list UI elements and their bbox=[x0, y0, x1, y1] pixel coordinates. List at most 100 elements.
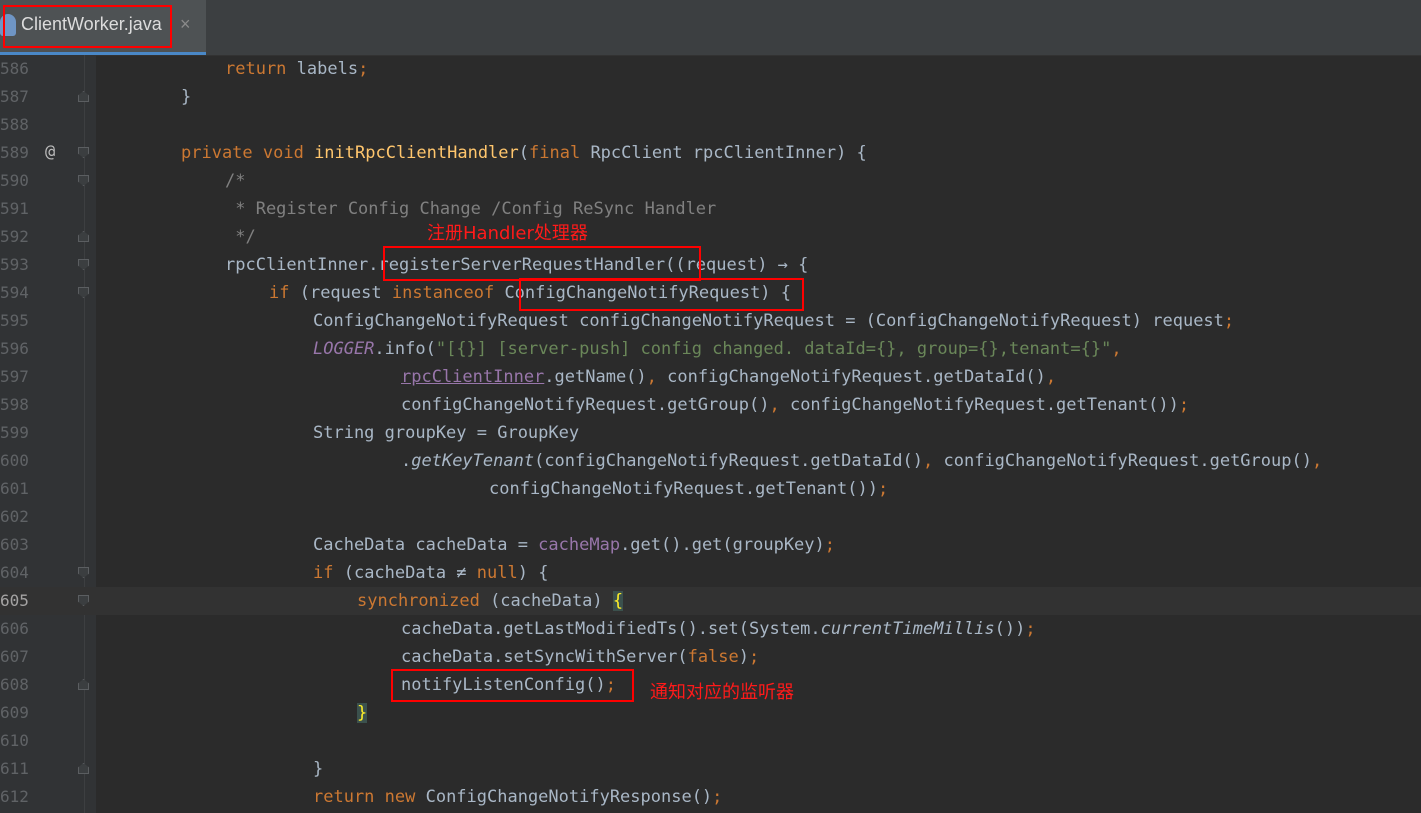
code-line[interactable]: 592 */ bbox=[0, 223, 1421, 251]
code-text[interactable]: configChangeNotifyRequest.getTenant()); bbox=[489, 479, 888, 499]
code-line[interactable]: 612 return new ConfigChangeNotifyResponse… bbox=[0, 783, 1421, 811]
code-text[interactable]: rpcClientInner.getName(), configChangeNo… bbox=[401, 367, 1056, 387]
code-text[interactable]: ConfigChangeNotifyRequest configChangeNo… bbox=[313, 311, 1234, 331]
code-text[interactable]: } bbox=[313, 759, 323, 779]
line-number[interactable]: 606 bbox=[0, 620, 29, 638]
line-number[interactable]: 609 bbox=[0, 704, 29, 722]
code-line[interactable]: 599 String groupKey = GroupKey bbox=[0, 419, 1421, 447]
fold-marker-icon[interactable] bbox=[78, 679, 89, 690]
code-line[interactable]: 605 synchronized (cacheData) { bbox=[0, 587, 1421, 615]
code-token: ; bbox=[749, 647, 760, 667]
line-number[interactable]: 589 bbox=[0, 144, 29, 162]
code-text[interactable]: return new ConfigChangeNotifyResponse(); bbox=[313, 787, 722, 807]
code-line[interactable]: 602 bbox=[0, 503, 1421, 531]
code-token: ; bbox=[877, 479, 889, 499]
code-line[interactable]: 595 ConfigChangeNotifyRequest configChang… bbox=[0, 307, 1421, 335]
line-number[interactable]: 595 bbox=[0, 312, 29, 330]
tab-clientworker-java[interactable]: ClientWorker.java × bbox=[0, 0, 206, 55]
code-line[interactable]: 600 .getKeyTenant(configChangeNotifyReque… bbox=[0, 447, 1421, 475]
line-number[interactable]: 612 bbox=[0, 788, 29, 806]
code-line[interactable]: 604 if (cacheData ≠ null) { bbox=[0, 559, 1421, 587]
close-icon[interactable]: × bbox=[180, 14, 191, 35]
fold-marker-icon[interactable] bbox=[78, 147, 89, 158]
code-text[interactable]: cacheData.setSyncWithServer(false); bbox=[401, 647, 759, 667]
line-number[interactable]: 605 bbox=[0, 592, 29, 610]
line-number[interactable]: 601 bbox=[0, 480, 29, 498]
code-text[interactable]: configChangeNotifyRequest.getGroup(), co… bbox=[401, 395, 1189, 415]
tab-label[interactable]: ClientWorker.java bbox=[21, 14, 162, 35]
code-text[interactable]: } bbox=[181, 87, 191, 107]
line-number[interactable]: 596 bbox=[0, 340, 29, 358]
code-line[interactable]: 594 if (request instanceof ConfigChangeNo… bbox=[0, 279, 1421, 307]
code-token: return bbox=[225, 59, 287, 79]
code-text[interactable]: if (request instanceof ConfigChangeNotif… bbox=[269, 283, 791, 303]
code-text[interactable]: CacheData cacheData = cacheMap.get().get… bbox=[313, 535, 835, 555]
code-token: private void bbox=[181, 143, 315, 163]
code-line[interactable]: 587} bbox=[0, 83, 1421, 111]
fold-marker-icon[interactable] bbox=[78, 259, 89, 270]
code-line[interactable]: 590 /* bbox=[0, 167, 1421, 195]
line-number[interactable]: 610 bbox=[0, 732, 29, 750]
code-line[interactable]: 611} bbox=[0, 755, 1421, 783]
code-line[interactable]: 588 bbox=[0, 111, 1421, 139]
code-text[interactable]: cacheData.getLastModifiedTs().set(System… bbox=[401, 619, 1036, 639]
line-number[interactable]: 608 bbox=[0, 676, 29, 694]
line-number[interactable]: 592 bbox=[0, 228, 29, 246]
override-gutter-icon[interactable]: @ bbox=[45, 142, 55, 162]
fold-marker-icon[interactable] bbox=[78, 175, 89, 186]
code-text[interactable]: rpcClientInner.registerServerRequestHand… bbox=[225, 255, 808, 275]
code-line[interactable]: 596 LOGGER.info("[{}] [server-push] confi… bbox=[0, 335, 1421, 363]
code-text[interactable]: String groupKey = GroupKey bbox=[313, 423, 579, 443]
code-text[interactable]: private void initRpcClientHandler(final … bbox=[181, 143, 867, 163]
code-text[interactable]: if (cacheData ≠ null) { bbox=[313, 563, 548, 583]
line-number[interactable]: 604 bbox=[0, 564, 29, 582]
fold-marker-icon[interactable] bbox=[78, 231, 89, 242]
line-number[interactable]: 587 bbox=[0, 88, 29, 106]
line-number[interactable]: 600 bbox=[0, 452, 29, 470]
fold-marker-icon[interactable] bbox=[78, 763, 89, 774]
code-text[interactable]: LOGGER.info("[{}] [server-push] config c… bbox=[313, 339, 1122, 359]
code-text[interactable]: synchronized (cacheData) { bbox=[357, 591, 624, 611]
code-text[interactable]: notifyListenConfig(); bbox=[401, 675, 616, 695]
line-number[interactable]: 588 bbox=[0, 116, 29, 134]
line-number[interactable]: 603 bbox=[0, 536, 29, 554]
line-number[interactable]: 597 bbox=[0, 368, 29, 386]
line-number[interactable]: 611 bbox=[0, 760, 29, 778]
code-line[interactable]: 597 rpcClientInner.getName(), configChang… bbox=[0, 363, 1421, 391]
line-number[interactable]: 607 bbox=[0, 648, 29, 666]
code-line[interactable]: 601 configChangeNotifyRequest.getTenant()… bbox=[0, 475, 1421, 503]
code-text[interactable]: /* bbox=[225, 171, 245, 191]
code-token: configChangeNotifyRequest.getTenant()) bbox=[789, 395, 1179, 415]
code-line[interactable]: 593 rpcClientInner.registerServerRequestH… bbox=[0, 251, 1421, 279]
code-token: RpcClient rpcClientInner) { bbox=[590, 143, 867, 163]
code-token: null bbox=[476, 563, 518, 583]
fold-marker-icon[interactable] bbox=[78, 567, 89, 578]
fold-marker-icon[interactable] bbox=[78, 595, 89, 606]
code-line[interactable]: 598 configChangeNotifyRequest.getGroup(),… bbox=[0, 391, 1421, 419]
line-number[interactable]: 591 bbox=[0, 200, 29, 218]
line-number[interactable]: 598 bbox=[0, 396, 29, 414]
code-text[interactable]: .getKeyTenant(configChangeNotifyRequest.… bbox=[401, 451, 1322, 471]
line-number[interactable]: 594 bbox=[0, 284, 29, 302]
code-line[interactable]: 591 * Register Config Change /Config ReS… bbox=[0, 195, 1421, 223]
line-number[interactable]: 602 bbox=[0, 508, 29, 526]
code-token: (configChangeNotifyRequest.getDataId() bbox=[534, 451, 924, 471]
code-text[interactable]: return labels; bbox=[225, 59, 368, 79]
code-token: . bbox=[401, 451, 412, 471]
code-line[interactable]: 606 cacheData.getLastModifiedTs().set(Sys… bbox=[0, 615, 1421, 643]
line-number[interactable]: 593 bbox=[0, 256, 29, 274]
fold-marker-icon[interactable] bbox=[78, 91, 89, 102]
code-token: return new bbox=[313, 787, 426, 807]
line-number[interactable]: 599 bbox=[0, 424, 29, 442]
code-text[interactable]: } bbox=[357, 703, 368, 723]
line-number[interactable]: 590 bbox=[0, 172, 29, 190]
line-number[interactable]: 586 bbox=[0, 60, 29, 78]
code-line[interactable]: 610 bbox=[0, 727, 1421, 755]
code-line[interactable]: 607 cacheData.setSyncWithServer(false); bbox=[0, 643, 1421, 671]
code-line[interactable]: 603 CacheData cacheData = cacheMap.get().… bbox=[0, 531, 1421, 559]
fold-marker-icon[interactable] bbox=[78, 287, 89, 298]
code-text[interactable]: */ bbox=[225, 227, 255, 247]
code-text[interactable]: * Register Config Change /Config ReSync … bbox=[225, 199, 716, 219]
code-line[interactable]: 589 @ private void initRpcClientHandler(fi… bbox=[0, 139, 1421, 167]
code-line[interactable]: 586 return labels; bbox=[0, 55, 1421, 83]
